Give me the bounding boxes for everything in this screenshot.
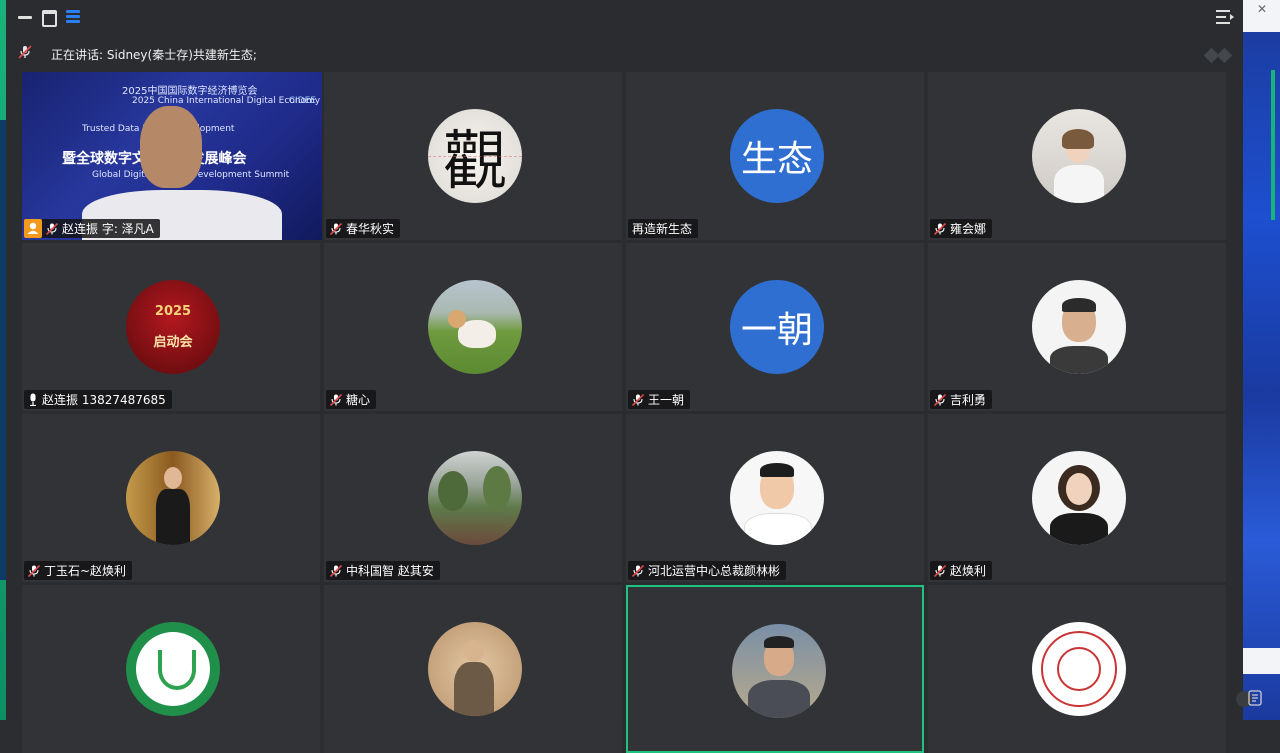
participant-name-tag: 春华秋实 xyxy=(326,219,401,238)
participant-name-tag: 中科国智 赵其安 xyxy=(326,561,440,580)
maximize-icon[interactable] xyxy=(40,8,58,27)
participant-name: 丁玉石~赵焕利 xyxy=(44,564,127,578)
mic-on-icon xyxy=(30,393,36,406)
mic-off-icon xyxy=(46,222,58,235)
participant-tile[interactable]: 生态再造新生态 xyxy=(626,72,924,240)
participant-name: 中科国智 赵其安 xyxy=(346,564,434,578)
participant-name-tag: 河北运营中心总裁颜林彬 xyxy=(628,561,787,580)
smiling-man-avatar xyxy=(730,451,824,545)
participant-name: 赵焕利 xyxy=(950,564,987,578)
participant-name-tag: 糖心 xyxy=(326,390,377,409)
poster-sub: 启动会 xyxy=(153,335,193,350)
initials-avatar: 生态 xyxy=(730,109,824,203)
participant-tile[interactable]: 雍会娜 xyxy=(928,72,1226,240)
participant-tile[interactable]: 赵焕利 xyxy=(928,414,1226,582)
participant-tile[interactable]: 糖心 xyxy=(324,243,622,411)
participant-name: 河北运营中心总裁颜林彬 xyxy=(648,564,781,578)
mic-off-icon xyxy=(330,393,342,406)
man2-photo-avatar xyxy=(732,624,826,718)
participant-name-tag: 再造新生态 xyxy=(628,219,699,238)
video-line1: 2025中国国际数字经济博览会 xyxy=(122,86,258,97)
mic-off-icon xyxy=(18,45,32,59)
background-stripe xyxy=(1271,70,1275,220)
suit-photo-avatar xyxy=(126,451,220,545)
participant-name-tag: 吉利勇 xyxy=(930,390,993,409)
participant-name-tag: 雍会娜 xyxy=(930,219,993,238)
participant-name: 雍会娜 xyxy=(950,222,987,236)
initials-avatar: 一朝 xyxy=(730,280,824,374)
garden-photo-avatar xyxy=(428,451,522,545)
layout-icon[interactable] xyxy=(64,8,82,26)
participant-tile[interactable] xyxy=(626,585,924,753)
presenter-head xyxy=(140,106,202,188)
poster-year: 2025 xyxy=(154,304,192,319)
mic-off-icon xyxy=(28,564,40,577)
speaker-bar: 正在讲话: Sidney(秦士存)共建新生态; xyxy=(6,36,1243,70)
speaker-prefix: 正在讲话: xyxy=(51,48,104,62)
minimize-icon[interactable] xyxy=(16,8,34,26)
background-close-icon: ✕ xyxy=(1257,2,1268,16)
background-window-footer xyxy=(1243,648,1280,674)
avatar-initials: 生态 xyxy=(740,139,813,180)
participant-name: 赵连振 字: 泽凡A xyxy=(62,222,154,236)
woman-photo-avatar xyxy=(1032,109,1126,203)
poster-avatar: 2025 启动会 xyxy=(126,280,220,374)
avatar-initials: 一朝 xyxy=(740,310,813,351)
participant-name: 王一朝 xyxy=(648,393,685,407)
participant-name: 赵连振 13827487685 xyxy=(42,393,166,407)
right-background-window: ✕ xyxy=(1243,0,1280,720)
mic-off-icon xyxy=(934,222,946,235)
participant-tile[interactable]: 吉利勇 xyxy=(928,243,1226,411)
school-logo-avatar xyxy=(126,622,220,716)
mic-off-icon xyxy=(934,393,946,406)
chat-bubble-icon[interactable] xyxy=(1235,688,1263,710)
participant-name: 春华秋实 xyxy=(346,222,395,236)
red-seal-avatar xyxy=(1032,622,1126,716)
participant-name: 糖心 xyxy=(346,393,371,407)
participant-name-tag: 赵焕利 xyxy=(930,561,993,580)
mic-off-icon xyxy=(330,222,342,235)
participant-name-tag: 丁玉石~赵焕利 xyxy=(24,561,133,580)
participant-name-tag: 王一朝 xyxy=(628,390,691,409)
participant-tile[interactable]: 觀春华秋实 xyxy=(324,72,622,240)
network-indicator xyxy=(1203,46,1233,65)
painting-avatar xyxy=(428,622,522,716)
meeting-window: 正在讲话: Sidney(秦士存)共建新生态; CIDEE 2025中国国际数字经… xyxy=(6,0,1262,753)
speaker-name: Sidney(秦士存)共建新生态; xyxy=(106,48,257,62)
dog-photo-avatar xyxy=(428,280,522,374)
participant-tile[interactable]: 中科国智 赵其安 xyxy=(324,414,622,582)
participant-name-tag: 赵连振 字: 泽凡A xyxy=(24,219,160,238)
speaker-text: 正在讲话: Sidney(秦士存)共建新生态; xyxy=(51,46,257,63)
participant-tile[interactable]: CIDEE 2025中国国际数字经济博览会 2025 China Internati… xyxy=(22,72,322,240)
mic-off-icon xyxy=(632,564,644,577)
menu-icon[interactable] xyxy=(1216,9,1234,25)
participant-name: 吉利勇 xyxy=(950,393,987,407)
participant-name: 再造新生态 xyxy=(632,222,693,236)
participant-tile[interactable]: 一朝王一朝 xyxy=(626,243,924,411)
mic-off-icon xyxy=(330,564,342,577)
mic-off-icon xyxy=(934,564,946,577)
host-icon xyxy=(24,219,42,238)
calligraphy-avatar: 觀 xyxy=(428,109,522,203)
participant-tile[interactable] xyxy=(324,585,622,753)
participant-name-tag: 赵连振 13827487685 xyxy=(24,390,172,409)
woman2-photo-avatar xyxy=(1032,451,1126,545)
participant-tile[interactable]: 丁玉石~赵焕利 xyxy=(22,414,320,582)
video-line2: 2025 China International Digital Economy… xyxy=(132,96,322,106)
participant-tile[interactable]: 2025 启动会赵连振 13827487685 xyxy=(22,243,320,411)
participant-tile[interactable] xyxy=(22,585,320,753)
mic-off-icon xyxy=(632,393,644,406)
video-feed: CIDEE 2025中国国际数字经济博览会 2025 China Internati… xyxy=(22,72,322,240)
title-bar xyxy=(6,0,1243,34)
man-photo-avatar xyxy=(1032,280,1126,374)
participant-tile[interactable] xyxy=(928,585,1226,753)
participant-tile[interactable]: 河北运营中心总裁颜林彬 xyxy=(626,414,924,582)
